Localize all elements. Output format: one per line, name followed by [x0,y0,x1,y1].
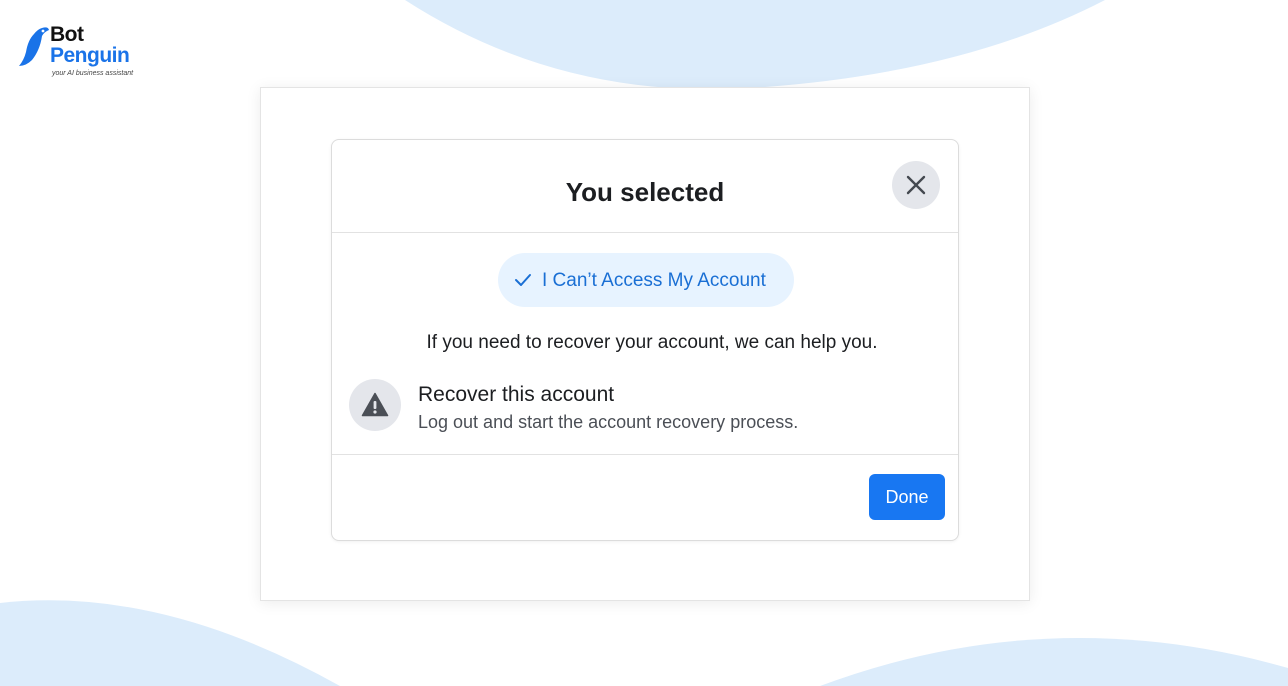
close-button[interactable] [892,161,940,209]
logo-text-penguin: Penguin [50,44,130,67]
recover-account-description: Log out and start the account recovery p… [418,412,799,432]
logo-tagline: your AI business assistant [52,70,134,77]
close-icon [906,175,926,195]
botpenguin-logo[interactable]: Bot Penguin your AI business assistant [18,24,158,84]
logo-text-bot: Bot [50,23,84,46]
penguin-logo-icon [19,27,49,66]
dialog-title: You selected [565,177,725,207]
selected-option-label: I Can’t Access My Account [542,270,766,291]
recovery-info-text: If you need to recover your account, we … [426,332,878,353]
recover-account-title[interactable]: Recover this account [418,383,614,407]
bottom-right-wave [820,637,1288,686]
selected-option-pill: I Can’t Access My Account [498,253,794,307]
top-wave [405,0,1105,90]
bottom-left-wave [0,600,340,686]
you-selected-dialog: You selected I Can’t Access My Account I… [331,139,959,541]
warning-badge [349,379,401,431]
done-button[interactable]: Done [869,474,945,520]
dialog-header: You selected [332,140,958,233]
warning-icon [361,392,389,417]
check-icon [515,274,531,286]
screenshot-frame: You selected I Can’t Access My Account I… [260,87,1030,601]
dialog-footer: Done [332,454,958,541]
